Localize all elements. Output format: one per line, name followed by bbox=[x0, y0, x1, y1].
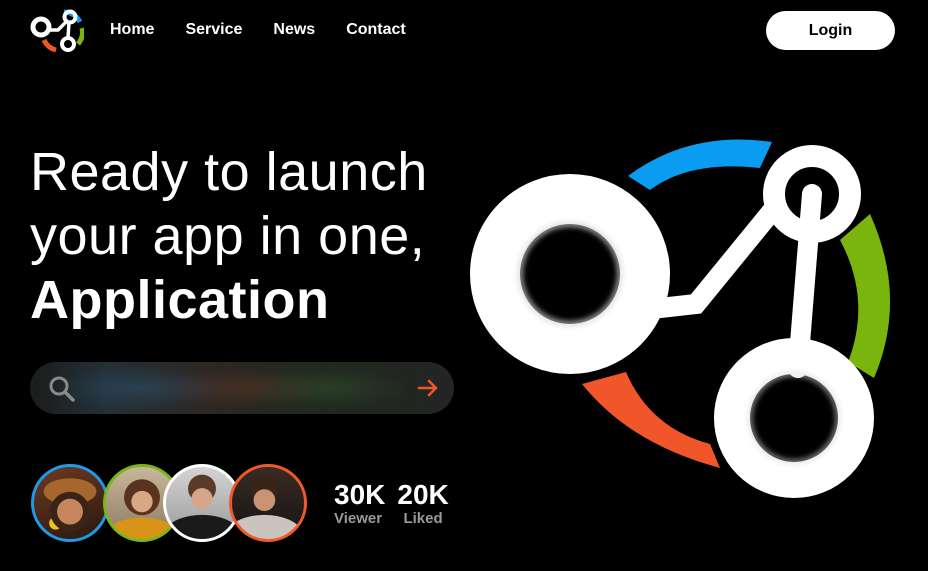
logo-arc-blue bbox=[628, 139, 772, 190]
brand-logo-icon[interactable] bbox=[28, 6, 84, 54]
arrow-right-icon bbox=[417, 379, 438, 397]
login-button[interactable]: Login bbox=[766, 11, 895, 50]
stats: 30K Viewer 20K Liked bbox=[334, 480, 449, 528]
stat-liked-value: 20K bbox=[397, 479, 449, 510]
hero-title: Ready to launch your app in one, Applica… bbox=[30, 140, 428, 332]
nav-link-contact[interactable]: Contact bbox=[346, 20, 406, 40]
nav-link-news[interactable]: News bbox=[273, 20, 315, 40]
nav-link-home[interactable]: Home bbox=[110, 20, 154, 40]
avatar-group bbox=[31, 464, 311, 548]
logo-arc-green bbox=[840, 214, 891, 378]
logo-arc-orange bbox=[582, 372, 720, 468]
search-submit-button[interactable] bbox=[410, 370, 446, 406]
hero-title-line-1: Ready to launch bbox=[30, 142, 428, 202]
search-bar bbox=[30, 362, 454, 414]
avatar-man-beard[interactable] bbox=[229, 464, 307, 542]
stat-viewer: 30K Viewer bbox=[334, 480, 385, 528]
nav-links: Home Service News Contact bbox=[110, 20, 406, 40]
brand-logo-large-icon bbox=[470, 139, 891, 498]
avatar-woman-hat[interactable] bbox=[31, 464, 109, 542]
top-navigation: Home Service News Contact Login bbox=[0, 0, 928, 62]
hero-title-line-3: Application bbox=[30, 270, 330, 330]
stat-viewer-value: 30K bbox=[334, 479, 386, 510]
search-input[interactable] bbox=[86, 372, 410, 406]
search-icon bbox=[49, 376, 75, 402]
hero-title-line-2: your app in one, bbox=[30, 206, 426, 266]
stat-liked-label: Liked bbox=[403, 510, 443, 527]
stat-liked: 20K Liked bbox=[397, 480, 448, 528]
nav-link-service[interactable]: Service bbox=[185, 20, 242, 40]
stat-viewer-label: Viewer bbox=[334, 510, 383, 527]
